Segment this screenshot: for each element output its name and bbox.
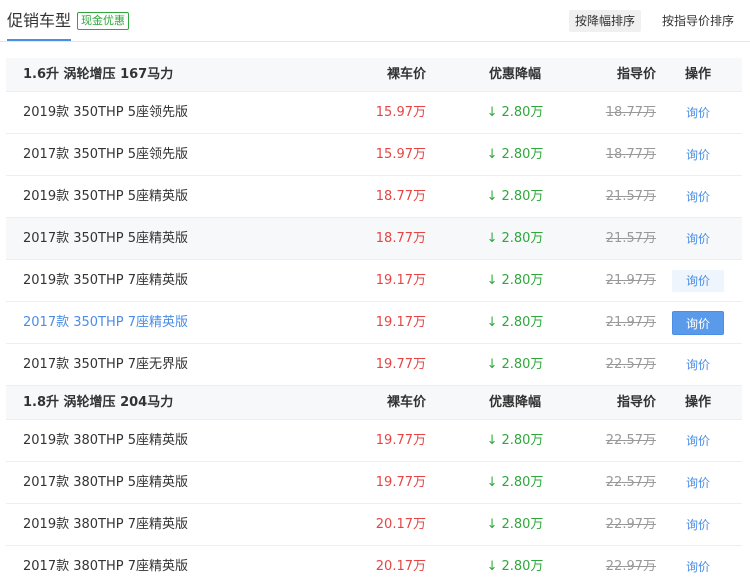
model-name: 2017款 380THP 7座精英版 (23, 559, 188, 574)
down-arrow-icon: ↓ (486, 517, 498, 532)
table-row: 2017款 380THP 7座精英版 20.17万 ↓ 2.80万 22.97万 … (6, 546, 742, 585)
price-value: 18.77万 (375, 189, 426, 204)
inquire-button[interactable]: 询价 (672, 186, 724, 208)
down-arrow-icon: ↓ (486, 315, 498, 330)
table-row: 2017款 350THP 7座精英版 19.17万 ↓ 2.80万 21.97万 … (6, 302, 742, 344)
discount-value: ↓ 2.80万 (486, 273, 544, 288)
price-value: 19.77万 (375, 433, 426, 448)
table-row: 2019款 350THP 7座精英版 19.17万 ↓ 2.80万 21.97万 … (6, 260, 742, 302)
msrp-value: 22.97万 (605, 559, 656, 574)
discount-value: ↓ 2.80万 (486, 147, 544, 162)
table-row: 2017款 350THP 5座领先版 15.97万 ↓ 2.80万 18.77万 … (6, 134, 742, 176)
group-title: 1.6升 涡轮增压 167马力 (23, 67, 174, 82)
table-row: 2017款 350THP 7座无界版 19.77万 ↓ 2.80万 22.57万 … (6, 344, 742, 386)
table-row: 2019款 350THP 5座领先版 15.97万 ↓ 2.80万 18.77万 … (6, 92, 742, 134)
msrp-value: 18.77万 (605, 105, 656, 120)
inquire-button[interactable]: 询价 (672, 270, 724, 292)
discount-value: ↓ 2.80万 (486, 189, 544, 204)
price-value: 20.17万 (375, 517, 426, 532)
msrp-value: 21.57万 (605, 189, 656, 204)
page-header: 促销车型 现金优惠 按降幅排序 按指导价排序 (0, 0, 750, 42)
inquire-button[interactable]: 询价 (672, 514, 724, 536)
model-name: 2019款 350THP 5座精英版 (23, 189, 188, 204)
price-value: 15.97万 (375, 105, 426, 120)
column-header-msrp: 指导价 (616, 67, 656, 82)
msrp-value: 21.97万 (605, 315, 656, 330)
down-arrow-icon: ↓ (486, 475, 498, 490)
model-name: 2017款 350THP 5座精英版 (23, 231, 188, 246)
inquire-button[interactable]: 询价 (672, 430, 724, 452)
inquire-button[interactable]: 询价 (672, 102, 724, 124)
msrp-value: 22.57万 (605, 433, 656, 448)
model-name: 2017款 350THP 5座领先版 (23, 147, 188, 162)
column-header-action: 操作 (684, 67, 711, 82)
model-name: 2017款 380THP 5座精英版 (23, 475, 188, 490)
sort-by-msrp-button[interactable]: 按指导价排序 (656, 10, 740, 32)
discount-value: ↓ 2.80万 (486, 315, 544, 330)
discount-value: ↓ 2.80万 (486, 517, 544, 532)
table-row: 2017款 350THP 5座精英版 18.77万 ↓ 2.80万 21.57万 … (6, 218, 742, 260)
down-arrow-icon: ↓ (486, 231, 498, 246)
inquire-button[interactable]: 询价 (672, 311, 724, 335)
down-arrow-icon: ↓ (486, 559, 498, 574)
inquire-button[interactable]: 询价 (672, 144, 724, 166)
discount-value: ↓ 2.80万 (486, 559, 544, 574)
price-value: 19.17万 (375, 273, 426, 288)
column-header-discount: 优惠降幅 (488, 395, 541, 410)
price-value: 18.77万 (375, 231, 426, 246)
group-header: 1.8升 涡轮增压 204马力 裸车价 优惠降幅 指导价 操作 (6, 386, 742, 420)
inquire-button[interactable]: 询价 (672, 472, 724, 494)
msrp-value: 22.57万 (605, 357, 656, 372)
price-value: 19.77万 (375, 357, 426, 372)
msrp-value: 18.77万 (605, 147, 656, 162)
column-header-price: 裸车价 (386, 395, 426, 410)
inquire-button[interactable]: 询价 (672, 354, 724, 376)
price-value: 20.17万 (375, 559, 426, 574)
page-title: 促销车型 (7, 10, 72, 41)
discount-value: ↓ 2.80万 (486, 433, 544, 448)
model-name: 2019款 380THP 7座精英版 (23, 517, 188, 532)
sort-by-discount-button[interactable]: 按降幅排序 (569, 10, 642, 32)
inquire-button[interactable]: 询价 (672, 228, 724, 250)
group-title: 1.8升 涡轮增压 204马力 (23, 395, 174, 410)
column-header-price: 裸车价 (386, 67, 426, 82)
model-name: 2019款 350THP 7座精英版 (23, 273, 188, 288)
column-header-msrp: 指导价 (616, 395, 656, 410)
down-arrow-icon: ↓ (486, 433, 498, 448)
down-arrow-icon: ↓ (486, 189, 498, 204)
discount-value: ↓ 2.80万 (486, 105, 544, 120)
down-arrow-icon: ↓ (486, 147, 498, 162)
table-row: 2017款 380THP 5座精英版 19.77万 ↓ 2.80万 22.57万 … (6, 462, 742, 504)
table-row: 2019款 380THP 5座精英版 19.77万 ↓ 2.80万 22.57万 … (6, 420, 742, 462)
model-name: 2019款 350THP 5座领先版 (23, 105, 188, 120)
msrp-value: 22.57万 (605, 475, 656, 490)
model-name: 2017款 350THP 7座无界版 (23, 357, 188, 372)
msrp-value: 22.97万 (605, 517, 656, 532)
down-arrow-icon: ↓ (486, 273, 498, 288)
price-value: 15.97万 (375, 147, 426, 162)
column-header-discount: 优惠降幅 (488, 67, 541, 82)
down-arrow-icon: ↓ (486, 357, 498, 372)
group-header: 1.6升 涡轮增压 167马力 裸车价 优惠降幅 指导价 操作 (6, 58, 742, 92)
price-value: 19.77万 (375, 475, 426, 490)
table-row: 2019款 350THP 5座精英版 18.77万 ↓ 2.80万 21.57万 … (6, 176, 742, 218)
column-header-action: 操作 (684, 395, 711, 410)
table-row: 2019款 380THP 7座精英版 20.17万 ↓ 2.80万 22.97万 … (6, 504, 742, 546)
model-name: 2019款 380THP 5座精英版 (23, 433, 188, 448)
discount-value: ↓ 2.80万 (486, 475, 544, 490)
inquire-button[interactable]: 询价 (672, 556, 724, 578)
price-value: 19.17万 (375, 315, 426, 330)
discount-value: ↓ 2.80万 (486, 231, 544, 246)
promo-badge: 现金优惠 (77, 12, 129, 30)
msrp-value: 21.97万 (605, 273, 656, 288)
down-arrow-icon: ↓ (486, 105, 498, 120)
discount-value: ↓ 2.80万 (486, 357, 544, 372)
promo-models-table: 1.6升 涡轮增压 167马力 裸车价 优惠降幅 指导价 操作 2019款 35… (6, 58, 742, 585)
model-name: 2017款 350THP 7座精英版 (23, 315, 188, 330)
msrp-value: 21.57万 (605, 231, 656, 246)
